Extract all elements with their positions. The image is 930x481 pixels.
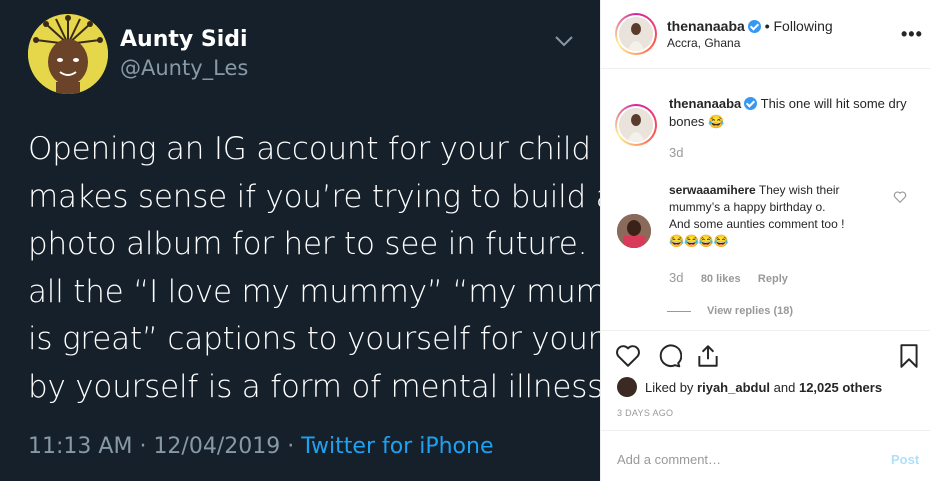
- post-location[interactable]: Accra, Ghana: [667, 36, 740, 50]
- post-timestamp[interactable]: 3 DAYS AGO: [617, 408, 673, 418]
- instagram-panel: thenanaaba • Following Accra, Ghana ••• …: [600, 0, 930, 481]
- story-ring-avatar[interactable]: [615, 13, 657, 55]
- add-comment-bar: Add a comment… Post: [601, 430, 930, 481]
- caption-avatar[interactable]: [615, 104, 657, 146]
- avatar: [619, 17, 653, 51]
- post-caption: thenanaaba This one will hit some dry bo…: [669, 95, 919, 131]
- like-comment-heart-icon[interactable]: [893, 190, 907, 204]
- liked-by-user[interactable]: riyah_abdul: [697, 380, 770, 395]
- meta-separator: ·: [139, 434, 147, 459]
- add-comment-input[interactable]: Add a comment…: [617, 452, 721, 467]
- bookmark-icon[interactable]: [896, 343, 922, 369]
- liked-by-prefix: Liked by: [645, 380, 694, 395]
- view-replies-button[interactable]: View replies (18): [667, 305, 793, 317]
- tweet-text-line: Opening an IG account for your child: [28, 131, 591, 167]
- tweet-date[interactable]: 12/04/2019: [153, 434, 280, 459]
- tweet-author-name[interactable]: Aunty Sidi: [120, 27, 248, 52]
- comment: serwaaamihere They wish their mummy’s a …: [669, 182, 891, 250]
- more-options-icon[interactable]: •••: [901, 24, 923, 45]
- verified-badge-icon: [747, 20, 761, 33]
- caption-username[interactable]: thenanaaba: [669, 96, 741, 111]
- caption-time[interactable]: 3d: [669, 145, 683, 160]
- following-button[interactable]: Following: [774, 18, 833, 34]
- tweet-text-line: by yourself is a form of mental illness.: [28, 368, 613, 405]
- share-icon[interactable]: [695, 343, 721, 369]
- post-author-username[interactable]: thenanaaba: [667, 18, 745, 34]
- tweet-text: Opening an IG account for your child mak…: [28, 126, 655, 411]
- tweet-text-line: all the “I love my mummy” “my mummy: [28, 273, 654, 310]
- tweet-source-link[interactable]: Twitter for iPhone: [301, 434, 493, 459]
- tweet-time[interactable]: 11:13 AM: [28, 434, 132, 459]
- tweet-text-line: makes sense if you’re trying to build a: [28, 178, 615, 215]
- verified-badge-icon: [744, 97, 758, 110]
- divider: [667, 310, 691, 312]
- post-author: thenanaaba • Following: [667, 18, 833, 34]
- header-separator: •: [764, 18, 770, 34]
- tweet-author-handle[interactable]: @Aunty_Les: [120, 56, 248, 80]
- comment-text-2: And some aunties comment too !: [669, 217, 845, 231]
- liked-by-mid: and: [773, 380, 796, 395]
- post-comment-button[interactable]: Post: [891, 452, 919, 467]
- liked-by-avatar[interactable]: [617, 377, 637, 397]
- comment-icon[interactable]: [656, 343, 682, 369]
- meta-separator: ·: [287, 434, 295, 459]
- post-header: thenanaaba • Following Accra, Ghana •••: [601, 0, 930, 69]
- reply-button[interactable]: Reply: [758, 273, 788, 285]
- comment-time[interactable]: 3d: [669, 270, 683, 285]
- chevron-down-icon[interactable]: [554, 34, 574, 48]
- comment-avatar[interactable]: [617, 214, 651, 248]
- comment-emojis: 😂😂😂😂: [669, 234, 729, 248]
- comment-meta: 3d 80 likes Reply: [669, 270, 802, 285]
- comment-likes[interactable]: 80 likes: [701, 273, 741, 285]
- tweet-meta: 11:13 AM · 12/04/2019 · Twitter for iPho…: [28, 434, 493, 459]
- liked-by-others[interactable]: 12,025 others: [799, 380, 882, 395]
- view-replies-label: View replies (18): [707, 305, 794, 317]
- avatar: [619, 108, 653, 142]
- tweet-text-line: photo album for her to see in future. Bu…: [28, 226, 649, 262]
- tweet-avatar[interactable]: [28, 14, 108, 94]
- comment-username[interactable]: serwaaamihere: [669, 183, 756, 197]
- post-actions: [601, 330, 930, 380]
- liked-by: Liked by riyah_abdul and 12,025 others: [645, 380, 882, 395]
- heart-icon[interactable]: [615, 343, 641, 369]
- tweet-card: Aunty Sidi @Aunty_Les Opening an IG acco…: [0, 0, 655, 481]
- tweet-text-line: is great” captions to yourself for yours…: [28, 321, 655, 357]
